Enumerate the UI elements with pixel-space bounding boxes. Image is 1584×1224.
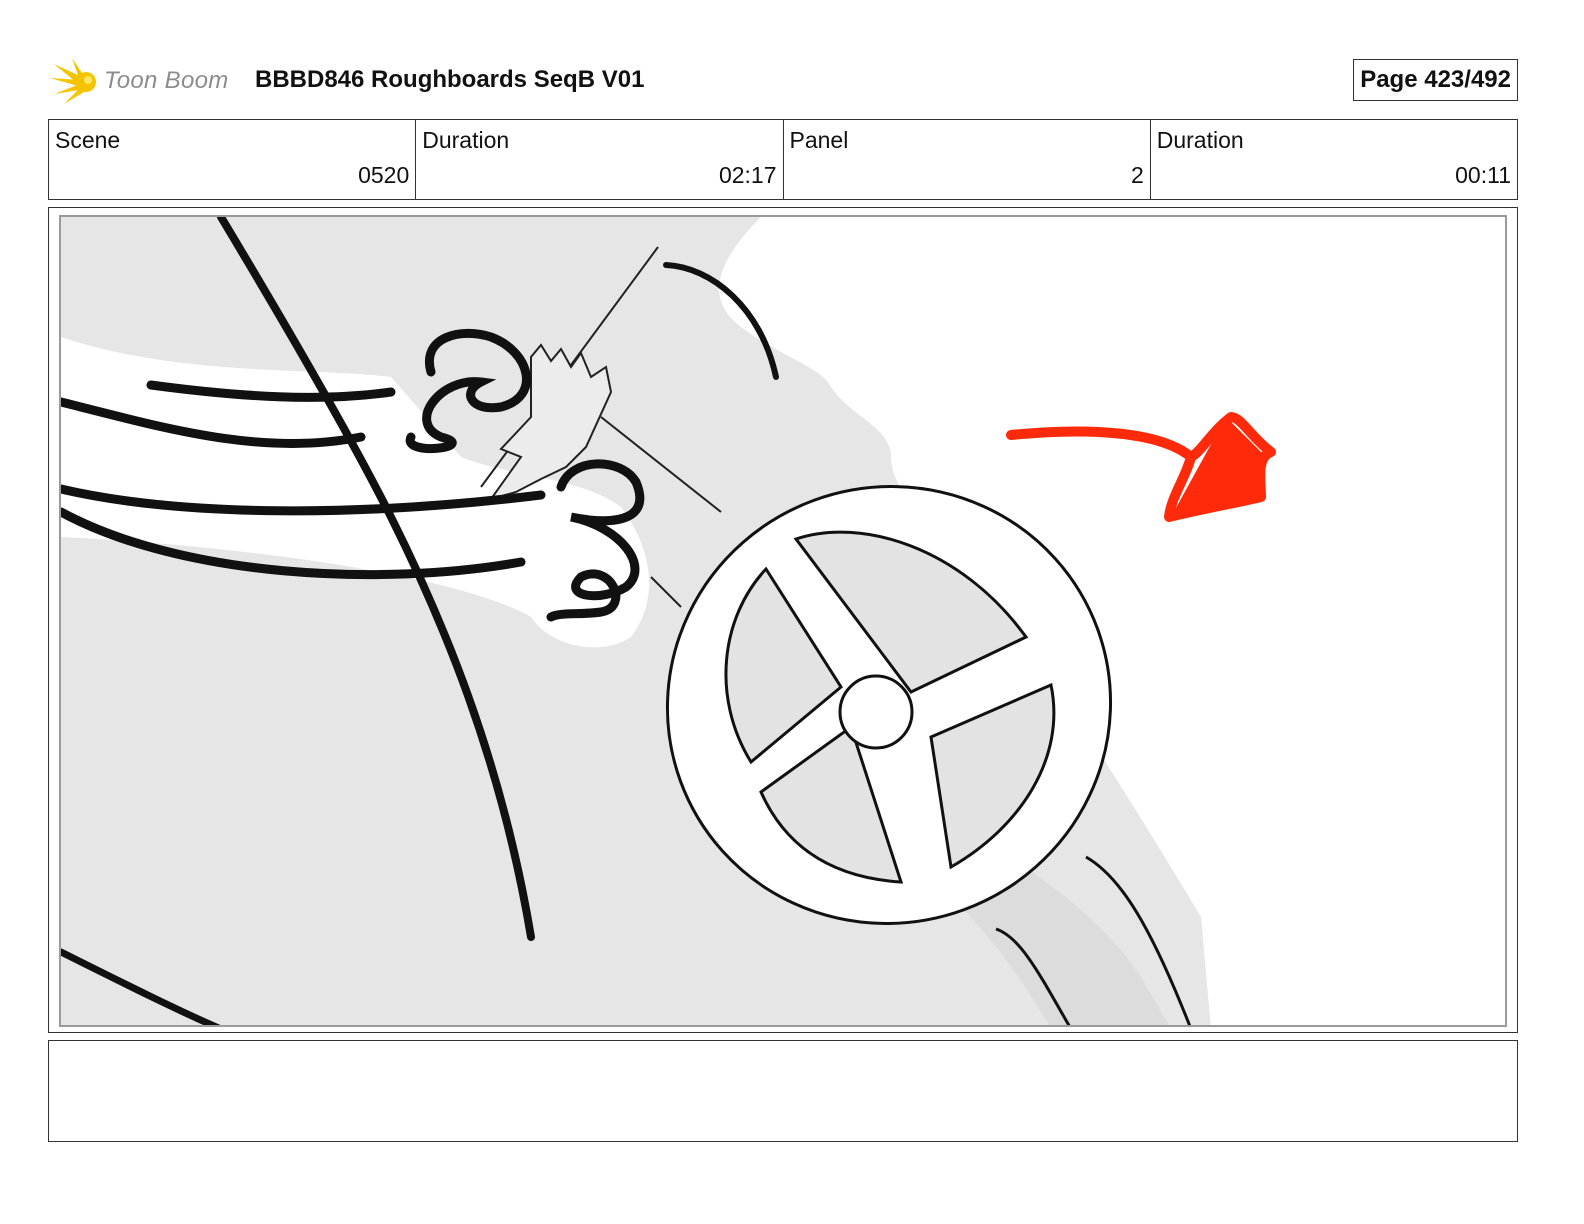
page-number: Page 423/492 bbox=[1353, 59, 1518, 101]
panel-value: 2 bbox=[1130, 162, 1144, 188]
scene-duration-cell: Duration 02:17 bbox=[416, 120, 784, 199]
toon-boom-logo: Toon Boom bbox=[50, 56, 240, 108]
panel-duration-value: 00:11 bbox=[1455, 162, 1511, 188]
panel-duration-label: Duration bbox=[1156, 127, 1244, 153]
logo-text: Toon Boom bbox=[104, 67, 229, 94]
panel-label: Panel bbox=[789, 127, 849, 153]
storyboard-panel bbox=[48, 207, 1518, 1033]
page-header: Toon Boom BBBD846 Roughboards SeqB V01 P… bbox=[50, 56, 1520, 104]
panel-cell: Panel 2 bbox=[784, 120, 1151, 199]
scene-cell: Scene 0520 bbox=[49, 120, 417, 199]
document-title: BBBD846 Roughboards SeqB V01 bbox=[255, 66, 645, 93]
panel-sketch bbox=[61, 217, 1276, 1025]
scene-duration-value: 02:17 bbox=[718, 162, 777, 188]
panel-notes-box bbox=[48, 1040, 1518, 1142]
starburst-icon bbox=[50, 58, 96, 104]
scene-duration-label: Duration bbox=[422, 127, 510, 153]
scene-label: Scene bbox=[55, 127, 121, 153]
panel-drawing-area bbox=[59, 215, 1507, 1027]
panel-duration-cell: Duration 00:11 bbox=[1151, 120, 1517, 199]
valve-wheel-hub bbox=[838, 674, 914, 750]
scene-value: 0520 bbox=[358, 162, 410, 188]
scene-info-table: Scene 0520 Duration 02:17 Panel 2 Durati… bbox=[48, 119, 1518, 200]
